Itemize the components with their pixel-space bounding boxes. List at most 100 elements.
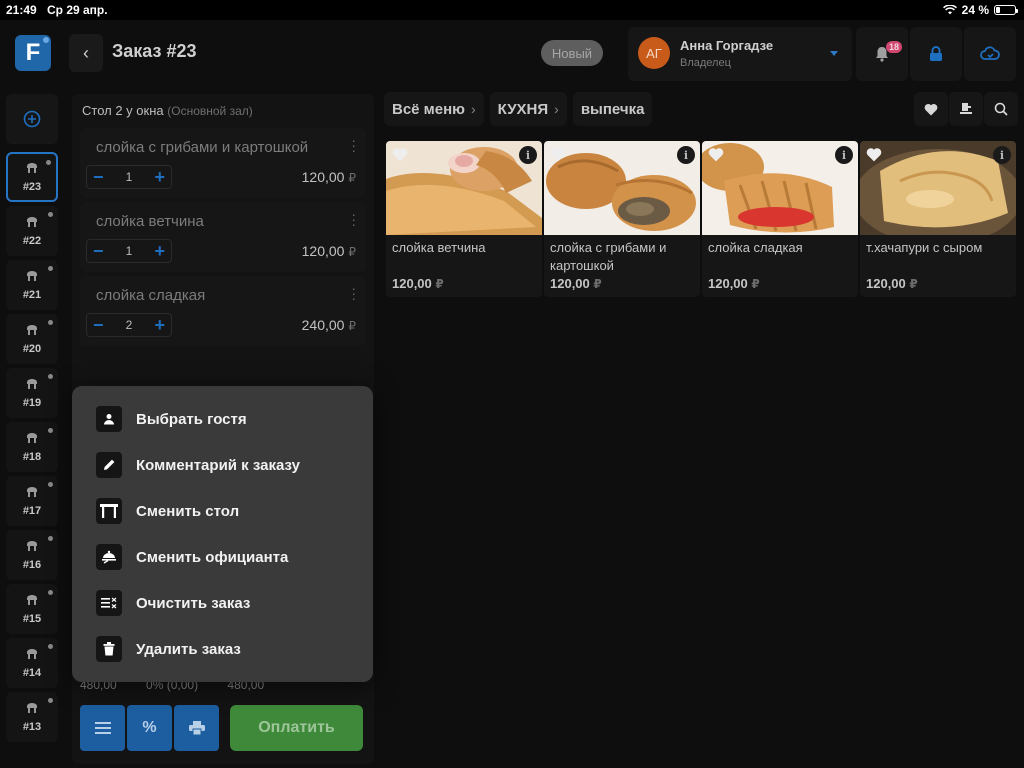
category-filter-button[interactable] [949,92,983,126]
info-icon[interactable]: i [677,146,695,164]
more-vertical-icon[interactable]: · · · [351,281,356,305]
add-order-button[interactable] [6,94,58,144]
table-tab-number: #20 [22,343,42,355]
breadcrumb-item[interactable]: КУХНЯ › [489,92,567,126]
table-tab[interactable]: #17 [6,476,58,526]
info-icon[interactable]: i [835,146,853,164]
breadcrumb-label: Всё меню [392,100,465,118]
table-icon [25,431,39,449]
dish-card[interactable]: i т.хачапури с сыром 120,00 ₽ [860,141,1016,297]
table-tab[interactable]: #13 [6,692,58,742]
context-menu-item[interactable]: Выбрать гостя [96,406,247,432]
price-value: 120,00 [392,276,432,291]
battery-level [996,7,1001,13]
chevron-right-icon: › [471,101,476,117]
breadcrumb-item[interactable]: выпечка [572,92,653,126]
order-item[interactable]: слойка с грибами и картошкой · · · − 1 +120,00… [80,128,366,198]
order-menu-button[interactable] [80,705,125,751]
back-button[interactable]: ‹ [69,34,103,72]
dish-price: 120,00 ₽ [392,276,444,291]
lock-icon [930,46,942,61]
user-name: Анна Горгадзе [680,38,774,53]
context-menu-label: Выбрать гостя [136,410,247,428]
table-tab-number: #18 [22,451,42,463]
info-icon[interactable]: i [993,146,1011,164]
table-tab-number: #15 [22,613,42,625]
table-tab-number: #13 [22,721,42,733]
table-tab[interactable]: #19 [6,368,58,418]
more-vertical-icon[interactable]: · · · [351,133,356,157]
heart-icon[interactable] [550,147,566,167]
context-menu-label: Комментарий к заказу [136,456,300,474]
print-button[interactable] [174,705,219,751]
search-button[interactable] [984,92,1018,126]
context-menu-item[interactable]: Удалить заказ [96,636,241,662]
minus-icon[interactable]: − [93,168,104,186]
dish-card[interactable]: i слойка ветчина 120,00 ₽ [386,141,542,297]
favorites-filter-button[interactable] [914,92,948,126]
cloud-sync-button[interactable] [964,27,1016,81]
table-tab-number: #22 [22,235,42,247]
waiter-icon [96,544,122,570]
status-dot [48,698,53,703]
dish-card[interactable]: i слойка сладкая 120,00 ₽ [702,141,858,297]
plus-icon[interactable]: + [154,316,165,334]
table-icon [25,161,39,179]
context-menu-item[interactable]: Сменить официанта [96,544,288,570]
heart-icon[interactable] [866,147,882,167]
status-date: Ср 29 апр. [47,3,108,17]
more-vertical-icon[interactable]: · · · [351,207,356,231]
discount-button[interactable]: % [127,705,172,751]
info-icon[interactable]: i [519,146,537,164]
currency: ₽ [435,277,444,291]
context-menu-item[interactable]: Комментарий к заказу [96,452,300,478]
currency: ₽ [909,277,918,291]
order-item[interactable]: слойка сладкая · · · − 2 +240,00 ₽ [80,276,366,346]
table-tab[interactable]: #23 [6,152,58,202]
battery-percent: 24 % [961,3,989,17]
heart-icon[interactable] [708,147,724,167]
quantity-value: 1 [125,244,133,258]
context-menu-item[interactable]: Сменить стол [96,498,239,524]
dish-price: 120,00 ₽ [708,276,760,291]
minus-icon[interactable]: − [93,242,104,260]
table-tab-number: #21 [22,289,42,301]
app-logo[interactable]: F [15,35,51,71]
hall-name: (Основной зал) [167,104,253,118]
table-tab[interactable]: #15 [6,584,58,634]
table-icon [25,323,39,341]
table-tab[interactable]: #20 [6,314,58,364]
table-tab[interactable]: #14 [6,638,58,688]
order-item[interactable]: слойка ветчина · · · − 1 +120,00 ₽ [80,202,366,272]
plus-icon[interactable]: + [154,168,165,186]
plus-icon[interactable]: + [154,242,165,260]
table-tab[interactable]: #18 [6,422,58,472]
trash-icon [96,636,122,662]
user-menu[interactable]: АГ Анна Горгадзе Владелец [628,27,852,81]
dish-card[interactable]: i слойка с грибами и картошкой 120,00 ₽ [544,141,700,297]
table-tab-number: #16 [22,559,42,571]
context-menu-item[interactable]: Очистить заказ [96,590,250,616]
heart-icon [924,103,938,115]
status-dot [48,320,53,325]
pay-button[interactable]: Оплатить [230,705,363,751]
header: F ‹ Заказ #23 Новый АГ Анна Горгадзе Вла… [0,20,1024,88]
order-context-menu: Выбрать гостя Комментарий к заказу Сменить… [72,386,373,682]
clear-list-icon [96,590,122,616]
notifications-button[interactable]: 18 [856,27,908,81]
dish-name: слойка сладкая [708,240,803,255]
table-info: Стол 2 у окна (Основной зал) [82,103,253,118]
order-item-price: 120,00 ₽ [302,169,356,185]
heart-icon[interactable] [392,147,408,167]
quantity-stepper: − 1 + [86,165,172,189]
table-tabs: #23 #22 #21 #20 #19 #18 #17 #16 #15 #14 #13 [6,152,60,742]
breadcrumb-item[interactable]: Всё меню › [384,92,484,126]
lock-button[interactable] [910,27,962,81]
table-name: Стол 2 у окна [82,103,164,118]
table-tab[interactable]: #21 [6,260,58,310]
table-tab[interactable]: #16 [6,530,58,580]
price-value: 120,00 [301,243,345,259]
table-tab[interactable]: #22 [6,206,58,256]
minus-icon[interactable]: − [93,316,104,334]
dish-name: слойка с грибами и картошкой [550,240,667,273]
